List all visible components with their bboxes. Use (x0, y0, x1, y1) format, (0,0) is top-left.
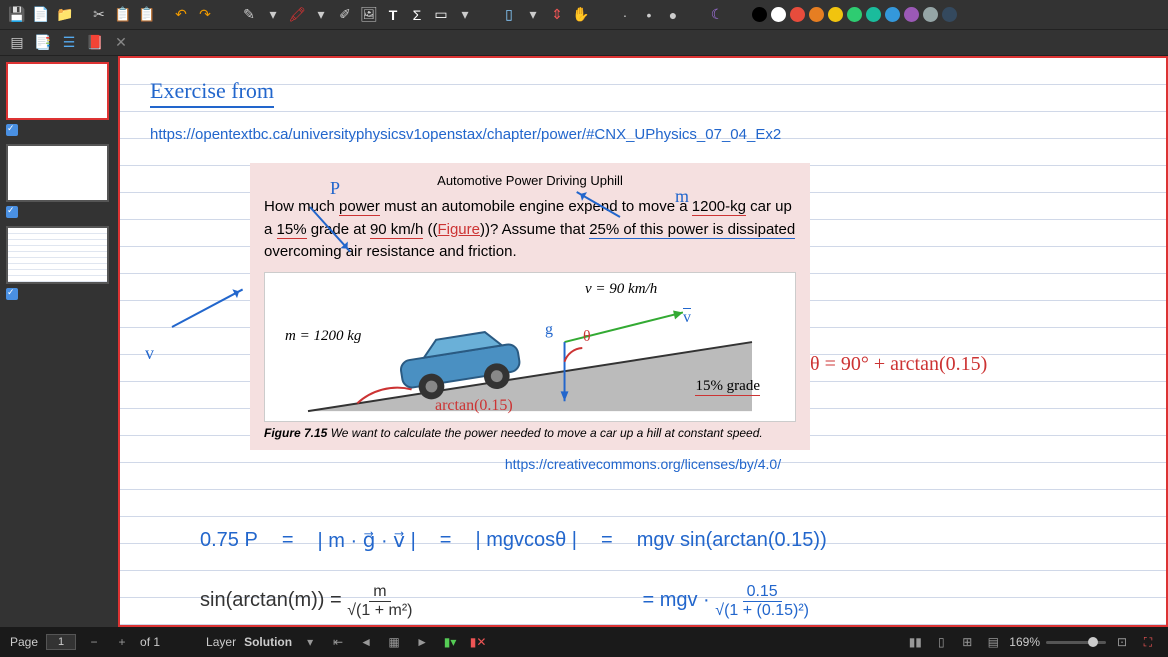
dropdown-icon[interactable]: ▾ (310, 4, 332, 26)
pen-tool[interactable]: ✎ (238, 4, 260, 26)
color-swatch[interactable] (885, 7, 900, 22)
layers-icon[interactable]: ☰ (58, 32, 80, 54)
highlighter-tool[interactable]: 🖍 (286, 4, 308, 26)
thin-stroke[interactable]: · (614, 4, 636, 26)
page-thumb-3[interactable] (6, 226, 109, 284)
theta-annotation: θ (583, 328, 591, 346)
del-page[interactable]: ▮✕ (468, 632, 488, 652)
page-prev[interactable]: − (84, 632, 104, 652)
color-swatches (750, 7, 959, 22)
page-total: of 1 (140, 635, 160, 649)
nav-icon[interactable]: ▦ (384, 632, 404, 652)
grade-label: 15% grade (695, 378, 760, 396)
problem-box: Automotive Power Driving Uphill How much… (250, 163, 810, 450)
cut-button[interactable]: ✂ (88, 4, 110, 26)
med-stroke[interactable]: • (638, 4, 660, 26)
open-button[interactable]: 📁 (54, 4, 76, 26)
page-sidebar (0, 56, 118, 627)
moon-icon[interactable]: ☾ (706, 4, 728, 26)
problem-text: How much power must an automobile engine… (264, 196, 796, 264)
redo-button[interactable]: ↷ (194, 4, 216, 26)
layer-toggle-3[interactable] (6, 288, 18, 300)
color-swatch[interactable] (771, 7, 786, 22)
color-swatch[interactable] (809, 7, 824, 22)
color-swatch[interactable] (790, 7, 805, 22)
new-button[interactable]: 📄 (30, 4, 52, 26)
figure-link[interactable]: Figure (437, 221, 480, 238)
text-tool[interactable]: T (382, 4, 404, 26)
status-bar: Page − + of 1 Layer Solution ▾ ⇤ ◄ ▦ ► ▮… (0, 627, 1168, 657)
nav-first[interactable]: ⇤ (328, 632, 348, 652)
thick-stroke[interactable]: ● (662, 4, 684, 26)
theta-equation: θ = 90° + arctan(0.15) (810, 353, 987, 376)
nav-prev[interactable]: ◄ (356, 632, 376, 652)
page-next[interactable]: + (112, 632, 132, 652)
view-icon[interactable]: ▮▮ (905, 632, 925, 652)
m-annotation: m (675, 186, 689, 207)
dropdown-icon[interactable]: ▾ (454, 4, 476, 26)
close-tab[interactable]: ✕ (110, 32, 132, 54)
view-icon[interactable]: ▯ (931, 632, 951, 652)
figure-caption: Figure 7.15 We want to calculate the pow… (264, 426, 796, 440)
copy-button[interactable]: 📋 (112, 4, 134, 26)
page-input[interactable] (46, 634, 76, 650)
save-button[interactable]: 💾 (6, 4, 28, 26)
secondary-toolbar: ▤ 📑 ☰ 📕 ✕ (0, 30, 1168, 56)
math-tool[interactable]: Σ (406, 4, 428, 26)
eraser-tool[interactable]: ✐ (334, 4, 356, 26)
color-swatch[interactable] (923, 7, 938, 22)
color-swatch[interactable] (866, 7, 881, 22)
vselect-tool[interactable]: ⇕ (546, 4, 568, 26)
layer-dropdown[interactable]: ▾ (300, 632, 320, 652)
exercise-title: Exercise from (150, 78, 274, 108)
car-diagram: v = 90 km/h m = 1200 kg 15% grade g θ v … (264, 272, 796, 422)
g-annotation: g (545, 321, 553, 339)
equation-line-1: 0.75 P= | m · g⃗ · v⃗ |= | mgvcosθ |= mg… (200, 528, 827, 553)
v-vec-annotation: v (683, 309, 691, 327)
dropdown-icon[interactable]: ▾ (262, 4, 284, 26)
arrow-v (172, 289, 244, 328)
color-swatch[interactable] (904, 7, 919, 22)
view-icon[interactable]: ▤ (983, 632, 1003, 652)
cc-license-url[interactable]: https://creativecommons.org/licenses/by/… (150, 456, 1136, 472)
nav-next[interactable]: ► (412, 632, 432, 652)
hand-tool[interactable]: ✋ (570, 4, 592, 26)
p-annotation: P (330, 178, 340, 199)
undo-button[interactable]: ↶ (170, 4, 192, 26)
source-url[interactable]: https://opentextbc.ca/universityphysicsv… (150, 126, 1136, 143)
color-swatch[interactable] (847, 7, 862, 22)
image-tool[interactable]: 🖼 (358, 4, 380, 26)
view-icon[interactable]: ⊡ (1112, 632, 1132, 652)
page-label: Page (10, 635, 38, 649)
panel-icon[interactable]: ▤ (6, 32, 28, 54)
pdf-icon[interactable]: 📕 (84, 32, 106, 54)
page-thumb-1[interactable] (6, 62, 109, 120)
color-swatch[interactable] (752, 7, 767, 22)
problem-heading: Automotive Power Driving Uphill (264, 173, 796, 188)
layer-toggle-2[interactable] (6, 206, 18, 218)
dropdown-icon[interactable]: ▾ (522, 4, 544, 26)
shape-tool[interactable]: ▭ (430, 4, 452, 26)
equation-line-2: sin(arctan(m)) = m√(1 + m²) = mgv · 0.15… (200, 583, 809, 620)
layer-label: Layer (206, 635, 236, 649)
paste-button[interactable]: 📋 (136, 4, 158, 26)
layer-name[interactable]: Solution (244, 635, 292, 649)
fullscreen-icon[interactable]: ⛶ (1138, 632, 1158, 652)
zoom-slider[interactable] (1046, 641, 1106, 644)
page-thumb-2[interactable] (6, 144, 109, 202)
pages-icon[interactable]: 📑 (32, 32, 54, 54)
select-tool[interactable]: ▯ (498, 4, 520, 26)
view-icon[interactable]: ⊞ (957, 632, 977, 652)
color-swatch[interactable] (828, 7, 843, 22)
zoom-value: 169% (1009, 635, 1040, 649)
v-annotation: v (145, 343, 154, 364)
main-toolbar: 💾 📄 📁 ✂ 📋 📋 ↶ ↷ ✎ ▾ 🖍 ▾ ✐ 🖼 T Σ ▭ ▾ ▯ ▾ … (0, 0, 1168, 30)
add-page[interactable]: ▮▾ (440, 632, 460, 652)
document-canvas[interactable]: Exercise from https://opentextbc.ca/univ… (118, 56, 1168, 627)
layer-toggle-1[interactable] (6, 124, 18, 136)
v-label: v = 90 km/h (585, 281, 657, 298)
m-label: m = 1200 kg (285, 328, 361, 345)
arctan-annotation: arctan(0.15) (435, 397, 513, 415)
color-swatch[interactable] (942, 7, 957, 22)
